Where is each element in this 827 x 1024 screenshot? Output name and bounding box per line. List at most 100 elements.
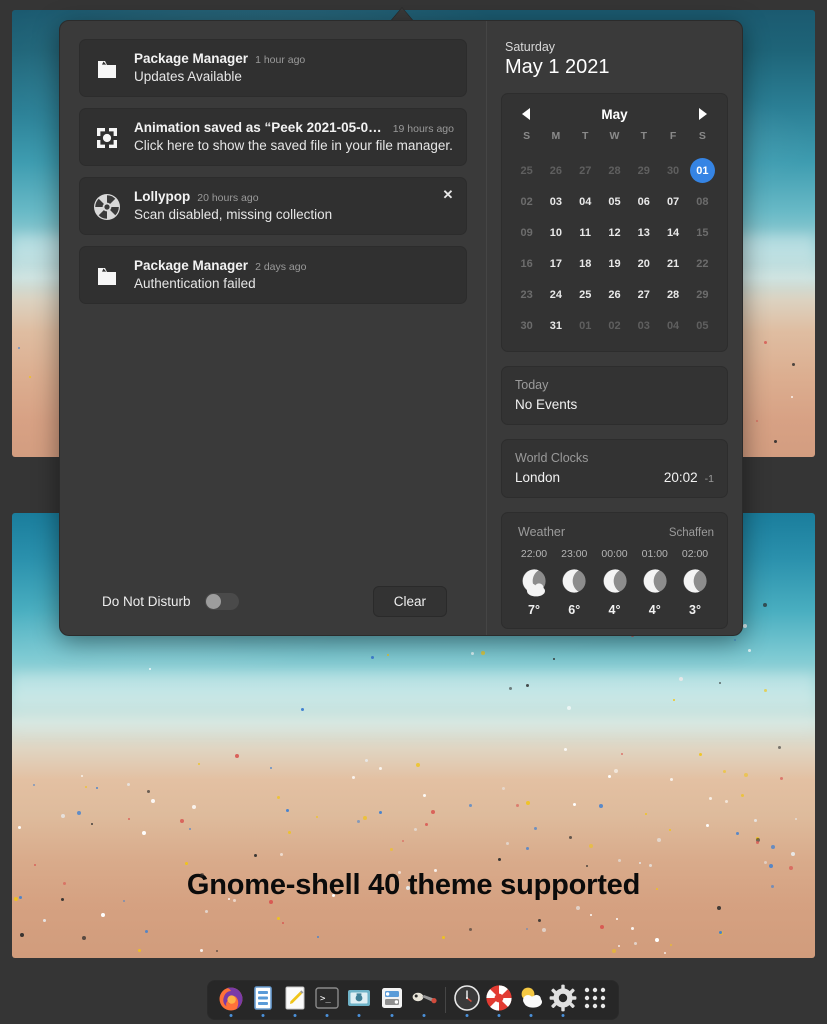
dock-item-clocks[interactable] xyxy=(452,983,482,1017)
calendar-day-cell[interactable]: 28 xyxy=(658,280,687,309)
calendar-day-label: 04 xyxy=(579,195,592,208)
calendar-day-cell[interactable]: 10 xyxy=(541,218,570,247)
dock-item-lollypop[interactable] xyxy=(484,983,514,1017)
calendar-day-cell[interactable]: 20 xyxy=(629,249,658,278)
calendar-day-cell[interactable]: 27 xyxy=(571,156,600,185)
beach-speck xyxy=(370,656,374,660)
beach-speck xyxy=(505,841,509,845)
calendar-day-cell[interactable]: 26 xyxy=(541,156,570,185)
dock-item-peek[interactable] xyxy=(409,983,439,1017)
do-not-disturb-toggle[interactable] xyxy=(204,593,239,610)
calendar-day-label: 04 xyxy=(666,319,680,332)
beach-speck xyxy=(724,799,728,803)
calendar-day-label: 29 xyxy=(637,164,650,177)
running-indicator-dot xyxy=(422,1014,426,1017)
calendar-day-cell[interactable]: 11 xyxy=(571,218,600,247)
world-clocks-card[interactable]: World Clocks London 20:02 -1 xyxy=(501,439,728,498)
calendar-day-cell[interactable]: 17 xyxy=(541,249,570,278)
notification-item[interactable]: Animation saved as “Peek 2021-05-01 … 19… xyxy=(79,108,467,166)
calendar-day-cell[interactable]: 15 xyxy=(688,218,717,247)
calendar-day-cell[interactable]: 06 xyxy=(629,187,658,216)
calendar-day-cell[interactable]: 01 xyxy=(571,311,600,340)
calendar-day-cell[interactable]: 12 xyxy=(600,218,629,247)
calendar-day-cell[interactable]: 30 xyxy=(658,156,687,185)
dock-item-weather[interactable] xyxy=(516,983,546,1017)
terminal-icon: >_ xyxy=(314,985,340,1016)
moon-icon xyxy=(680,567,710,597)
forecast-time: 01:00 xyxy=(641,548,668,560)
calendar-day-cell[interactable]: 30 xyxy=(512,311,541,340)
beach-speck xyxy=(747,648,751,652)
weather-card[interactable]: Weather Schaffen 22:00 7° 23:00 6° 00:00 4° 01… xyxy=(501,512,728,629)
calendar-day-cell[interactable]: 07 xyxy=(658,187,687,216)
calendar-day-cell[interactable]: 29 xyxy=(688,280,717,309)
calendar-day-cell[interactable]: 21 xyxy=(658,249,687,278)
beach-speck xyxy=(588,843,593,848)
calendar-day-label: 23 xyxy=(520,288,533,301)
calendar-day-cell[interactable]: 31 xyxy=(541,311,570,340)
calendar-day-cell[interactable]: 02 xyxy=(512,187,541,216)
chevron-left-icon[interactable] xyxy=(518,106,534,122)
calendar-day-header: M xyxy=(551,130,561,142)
dock-item-text-editor[interactable] xyxy=(280,983,310,1017)
running-indicator-dot xyxy=(390,1014,394,1017)
close-icon[interactable]: ✕ xyxy=(440,187,456,203)
calendar-day-cell[interactable]: 02 xyxy=(600,311,629,340)
notification-item[interactable]: Package Manager 1 hour ago Updates Avail… xyxy=(79,39,467,97)
calendar-day-cell[interactable]: 25 xyxy=(512,156,541,185)
notification-list: Package Manager 1 hour ago Updates Avail… xyxy=(79,39,467,304)
calendar-day-cell[interactable]: 05 xyxy=(600,187,629,216)
calendar-day-cell[interactable]: 04 xyxy=(571,187,600,216)
calendar-day-cell[interactable]: 19 xyxy=(600,249,629,278)
calendar-day-label: 02 xyxy=(520,195,533,208)
clear-button[interactable]: Clear xyxy=(372,586,447,617)
notification-message: Authentication failed xyxy=(134,276,256,291)
world-clocks-title: World Clocks xyxy=(515,451,589,465)
calendar-day-cell[interactable]: 04 xyxy=(658,311,687,340)
beach-speck xyxy=(17,346,20,349)
dock-item-terminal[interactable]: >_ xyxy=(312,983,342,1017)
calendar-day-cell[interactable]: 28 xyxy=(600,156,629,185)
dock-item-files[interactable] xyxy=(248,983,278,1017)
app-grid-icon xyxy=(583,986,607,1015)
calendar-day-cell[interactable]: 05 xyxy=(688,311,717,340)
dock-item-screenshot[interactable] xyxy=(344,983,374,1017)
calendar-day-label: 25 xyxy=(520,164,533,177)
calendar-day-cell[interactable]: 08 xyxy=(688,187,717,216)
dock-item-software[interactable] xyxy=(376,983,406,1017)
calendar-day-cell[interactable]: 13 xyxy=(629,218,658,247)
dock-item-settings[interactable] xyxy=(548,983,578,1017)
beach-speck xyxy=(537,918,541,922)
calendar-day-cell[interactable]: 14 xyxy=(658,218,687,247)
calendar-day-cell[interactable]: 16 xyxy=(512,249,541,278)
notification-item[interactable]: Lollypop 20 hours ago Scan disabled, mis… xyxy=(79,177,467,235)
running-indicator-dot xyxy=(529,1014,533,1017)
chevron-right-icon[interactable] xyxy=(695,106,711,122)
calendar-day-label: 01 xyxy=(579,319,592,332)
calendar-day-cell[interactable]: 22 xyxy=(688,249,717,278)
forecast-item: 00:00 4° xyxy=(595,548,635,617)
calendar-day-cell[interactable]: 24 xyxy=(541,280,570,309)
date-weekday: Saturday xyxy=(505,40,556,54)
software-icon xyxy=(379,985,405,1016)
forecast-time: 02:00 xyxy=(681,548,709,560)
calendar-day-cell[interactable]: 03 xyxy=(541,187,570,216)
events-card[interactable]: Today No Events xyxy=(501,366,728,425)
notification-item[interactable]: Package Manager 2 days ago Authenticatio… xyxy=(79,246,467,304)
calendar-day-cell[interactable]: 01 xyxy=(688,156,717,185)
beach-speck xyxy=(316,815,319,818)
calendar-day-cell[interactable]: 26 xyxy=(600,280,629,309)
dock-item-firefox[interactable] xyxy=(216,983,246,1017)
calendar-day-cell[interactable]: 03 xyxy=(629,311,658,340)
calendar-day-cell[interactable]: 25 xyxy=(571,280,600,309)
calendar-day-cell[interactable]: 27 xyxy=(629,280,658,309)
notification-header: Lollypop 20 hours ago xyxy=(134,189,454,204)
calendar-day-cell[interactable]: 29 xyxy=(629,156,658,185)
beach-speck xyxy=(763,340,767,344)
calendar-day-cell[interactable]: 18 xyxy=(571,249,600,278)
dock-item-show-applications[interactable] xyxy=(580,983,610,1017)
beach-speck xyxy=(755,840,759,844)
calendar-day-cell[interactable]: 09 xyxy=(512,218,541,247)
beach-speck xyxy=(644,812,647,815)
calendar-day-cell[interactable]: 23 xyxy=(512,280,541,309)
